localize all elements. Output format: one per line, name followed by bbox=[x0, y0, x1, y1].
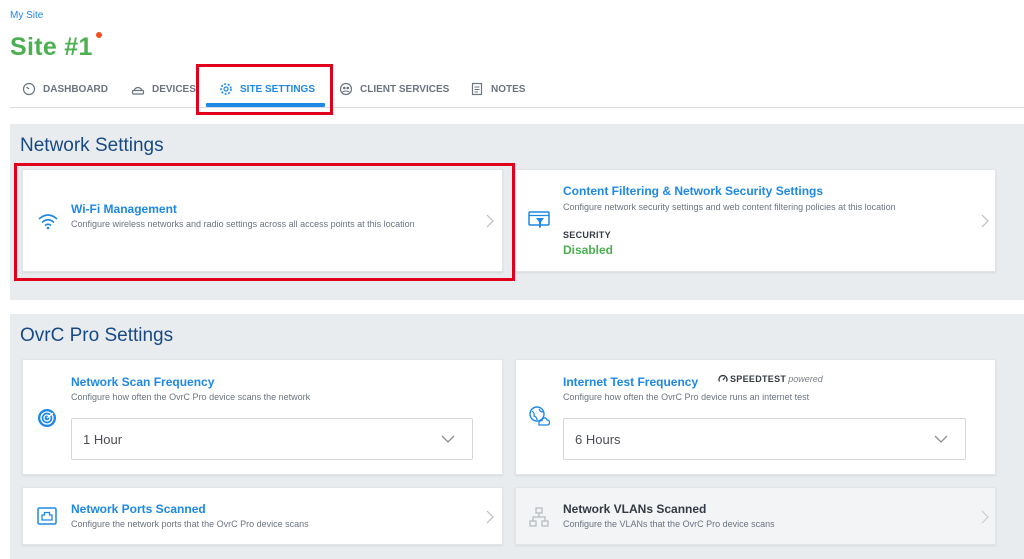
page-title: Site #1 bbox=[10, 33, 93, 61]
chevron-right-icon bbox=[486, 214, 494, 228]
content-filtering-card[interactable]: Content Filtering & Network Security Set… bbox=[515, 169, 996, 272]
network-scan-frequency-card: Network Scan Frequency Configure how oft… bbox=[22, 359, 503, 475]
internet-test-selected-value: 6 Hours bbox=[575, 432, 621, 447]
tab-dashboard[interactable]: DASHBOARD bbox=[22, 76, 108, 102]
tab-bar: DASHBOARD DEVICES SITE SETTINGS CLIENT S… bbox=[10, 68, 1024, 108]
internet-test-frequency-select[interactable]: 6 Hours bbox=[563, 418, 966, 460]
breadcrumb-my-site[interactable]: My Site bbox=[10, 10, 43, 21]
tab-label: DASHBOARD bbox=[43, 83, 108, 95]
client-services-icon bbox=[339, 82, 353, 96]
gear-icon bbox=[220, 83, 232, 95]
network-ports-scanned-title: Network Ports Scanned bbox=[71, 502, 206, 516]
ovrc-pro-settings-section: OvrC Pro Settings Network Scan Frequency… bbox=[10, 314, 1024, 559]
network-vlans-scanned-description: Configure the VLANs that the OvrC Pro de… bbox=[563, 519, 775, 529]
security-label: SECURITY bbox=[563, 230, 611, 240]
speedtest-brand: SPEEDTEST bbox=[730, 374, 787, 384]
tab-client-services[interactable]: CLIENT SERVICES bbox=[339, 76, 449, 102]
globe-cloud-icon bbox=[528, 405, 551, 432]
active-tab-indicator bbox=[206, 103, 325, 107]
chevron-right-icon bbox=[486, 510, 494, 524]
tab-label: SITE SETTINGS bbox=[240, 83, 316, 95]
tab-label: NOTES bbox=[491, 83, 526, 95]
status-dot bbox=[96, 32, 102, 38]
chevron-right-icon bbox=[981, 214, 989, 228]
scan-frequency-select[interactable]: 1 Hour bbox=[71, 418, 473, 460]
tab-label: CLIENT SERVICES bbox=[360, 83, 450, 95]
network-settings-section: Network Settings Wi-Fi Management Config… bbox=[10, 124, 1024, 300]
content-filtering-title: Content Filtering & Network Security Set… bbox=[563, 184, 824, 198]
internet-test-frequency-card: Internet Test Frequency SPEEDTEST powere… bbox=[515, 359, 996, 475]
devices-router-icon bbox=[131, 86, 145, 95]
tab-site-settings[interactable]: SITE SETTINGS bbox=[219, 76, 315, 102]
network-port-icon bbox=[37, 507, 57, 530]
tab-label: DEVICES bbox=[152, 83, 196, 95]
internet-test-frequency-description: Configure how often the OvrC Pro device … bbox=[563, 392, 810, 402]
notes-icon bbox=[471, 82, 483, 96]
tab-notes[interactable]: NOTES bbox=[470, 76, 525, 102]
network-vlans-scanned-card[interactable]: Network VLANs Scanned Configure the VLAN… bbox=[515, 487, 996, 545]
speedtest-gauge-icon bbox=[718, 374, 728, 382]
network-topology-icon bbox=[529, 507, 549, 532]
dashboard-gauge-icon bbox=[22, 82, 36, 96]
network-ports-scanned-card[interactable]: Network Ports Scanned Configure the netw… bbox=[22, 487, 503, 545]
content-filter-icon bbox=[528, 211, 550, 234]
network-ports-scanned-description: Configure the network ports that the Ovr… bbox=[71, 519, 309, 529]
scan-frequency-selected-value: 1 Hour bbox=[83, 432, 123, 447]
network-scan-frequency-title: Network Scan Frequency bbox=[71, 375, 215, 389]
wifi-management-description: Configure wireless networks and radio se… bbox=[71, 219, 415, 229]
network-scan-frequency-description: Configure how often the OvrC Pro device … bbox=[71, 392, 311, 402]
security-status-value: Disabled bbox=[563, 243, 614, 257]
speedtest-powered-label: powered bbox=[788, 374, 823, 384]
network-vlans-scanned-title: Network VLANs Scanned bbox=[563, 502, 707, 516]
tab-devices[interactable]: DEVICES bbox=[131, 76, 196, 102]
wifi-management-card[interactable]: Wi-Fi Management Configure wireless netw… bbox=[22, 169, 503, 272]
wifi-management-title: Wi-Fi Management bbox=[71, 202, 177, 216]
section-title-ovrc-pro-settings: OvrC Pro Settings bbox=[20, 325, 174, 346]
chevron-down-icon bbox=[934, 435, 948, 443]
internet-test-frequency-title: Internet Test Frequency bbox=[563, 375, 699, 389]
content-filtering-description: Configure network security settings and … bbox=[563, 202, 896, 212]
section-title-network-settings: Network Settings bbox=[20, 135, 164, 156]
chevron-down-icon bbox=[441, 435, 455, 443]
chevron-right-icon bbox=[981, 510, 989, 524]
speedtest-badge: SPEEDTEST powered bbox=[718, 374, 823, 384]
wifi-icon bbox=[37, 212, 59, 235]
radar-scan-icon bbox=[37, 408, 57, 433]
